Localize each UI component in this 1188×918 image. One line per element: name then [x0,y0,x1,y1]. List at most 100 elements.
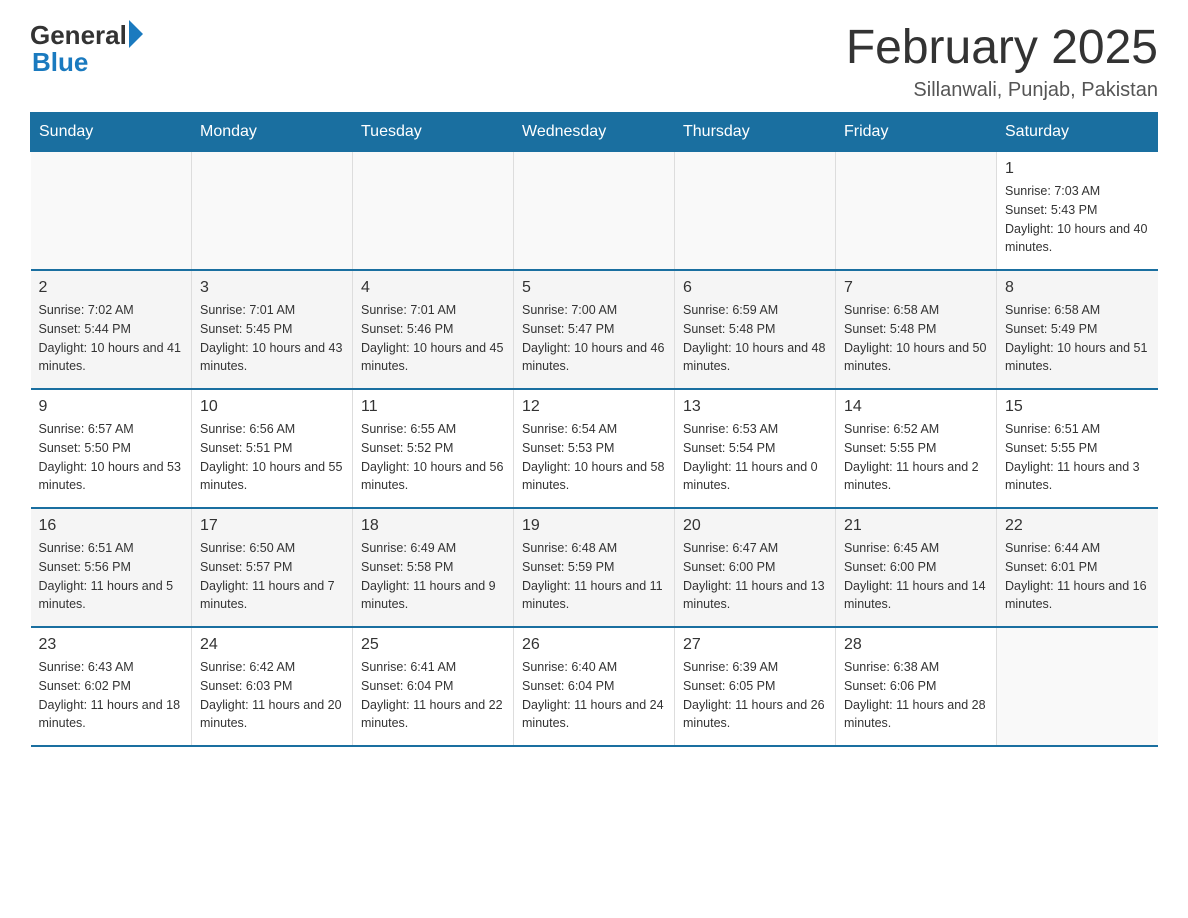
day-info: Sunrise: 7:01 AMSunset: 5:46 PMDaylight:… [361,301,505,376]
calendar-cell [997,627,1158,746]
calendar-cell [192,152,353,271]
day-number: 11 [361,398,505,416]
day-number: 25 [361,636,505,654]
day-info: Sunrise: 6:58 AMSunset: 5:49 PMDaylight:… [1005,301,1150,376]
calendar-cell: 15 Sunrise: 6:51 AMSunset: 5:55 PMDayligh… [997,389,1158,508]
day-info: Sunrise: 6:58 AMSunset: 5:48 PMDaylight:… [844,301,988,376]
calendar-cell: 11 Sunrise: 6:55 AMSunset: 5:52 PMDayligh… [353,389,514,508]
day-number: 2 [39,279,184,297]
day-number: 14 [844,398,988,416]
day-number: 13 [683,398,827,416]
day-number: 16 [39,517,184,535]
logo-triangle-icon [129,20,143,48]
day-info: Sunrise: 6:55 AMSunset: 5:52 PMDaylight:… [361,420,505,495]
calendar-cell [353,152,514,271]
calendar-cell: 16 Sunrise: 6:51 AMSunset: 5:56 PMDayligh… [31,508,192,627]
calendar-cell: 24 Sunrise: 6:42 AMSunset: 6:03 PMDayligh… [192,627,353,746]
calendar-cell: 1 Sunrise: 7:03 AMSunset: 5:43 PMDaylight… [997,152,1158,271]
calendar-cell: 13 Sunrise: 6:53 AMSunset: 5:54 PMDayligh… [675,389,836,508]
calendar-cell [675,152,836,271]
day-number: 12 [522,398,666,416]
day-number: 15 [1005,398,1150,416]
day-number: 21 [844,517,988,535]
calendar-cell: 6 Sunrise: 6:59 AMSunset: 5:48 PMDaylight… [675,270,836,389]
day-number: 4 [361,279,505,297]
calendar-week-row: 9 Sunrise: 6:57 AMSunset: 5:50 PMDaylight… [31,389,1158,508]
day-number: 20 [683,517,827,535]
calendar-table: SundayMondayTuesdayWednesdayThursdayFrid… [30,112,1158,747]
day-number: 17 [200,517,344,535]
day-info: Sunrise: 6:44 AMSunset: 6:01 PMDaylight:… [1005,539,1150,614]
day-number: 19 [522,517,666,535]
calendar-week-row: 2 Sunrise: 7:02 AMSunset: 5:44 PMDaylight… [31,270,1158,389]
day-number: 9 [39,398,184,416]
day-number: 3 [200,279,344,297]
day-info: Sunrise: 6:38 AMSunset: 6:06 PMDaylight:… [844,658,988,733]
page-header: General Blue February 2025 Sillanwali, P… [30,20,1158,102]
day-number: 1 [1005,160,1150,178]
calendar-week-row: 1 Sunrise: 7:03 AMSunset: 5:43 PMDaylight… [31,152,1158,271]
calendar-cell: 2 Sunrise: 7:02 AMSunset: 5:44 PMDaylight… [31,270,192,389]
day-info: Sunrise: 6:47 AMSunset: 6:00 PMDaylight:… [683,539,827,614]
day-info: Sunrise: 6:57 AMSunset: 5:50 PMDaylight:… [39,420,184,495]
day-info: Sunrise: 6:59 AMSunset: 5:48 PMDaylight:… [683,301,827,376]
day-number: 22 [1005,517,1150,535]
calendar-cell: 10Sunrise: 6:56 AMSunset: 5:51 PMDayligh… [192,389,353,508]
day-number: 27 [683,636,827,654]
day-of-week-header: Sunday [31,113,192,152]
calendar-week-row: 16 Sunrise: 6:51 AMSunset: 5:56 PMDayligh… [31,508,1158,627]
calendar-week-row: 23Sunrise: 6:43 AMSunset: 6:02 PMDayligh… [31,627,1158,746]
calendar-cell: 21 Sunrise: 6:45 AMSunset: 6:00 PMDayligh… [836,508,997,627]
calendar-cell: 4 Sunrise: 7:01 AMSunset: 5:46 PMDaylight… [353,270,514,389]
day-info: Sunrise: 6:56 AMSunset: 5:51 PMDaylight:… [200,420,344,495]
day-info: Sunrise: 6:45 AMSunset: 6:00 PMDaylight:… [844,539,988,614]
calendar-cell: 25Sunrise: 6:41 AMSunset: 6:04 PMDayligh… [353,627,514,746]
day-of-week-header: Monday [192,113,353,152]
day-number: 18 [361,517,505,535]
day-info: Sunrise: 6:52 AMSunset: 5:55 PMDaylight:… [844,420,988,495]
day-info: Sunrise: 6:40 AMSunset: 6:04 PMDaylight:… [522,658,666,733]
calendar-cell: 23Sunrise: 6:43 AMSunset: 6:02 PMDayligh… [31,627,192,746]
day-of-week-header: Tuesday [353,113,514,152]
day-info: Sunrise: 7:01 AMSunset: 5:45 PMDaylight:… [200,301,344,376]
day-of-week-header: Wednesday [514,113,675,152]
day-info: Sunrise: 7:02 AMSunset: 5:44 PMDaylight:… [39,301,184,376]
calendar-header-row: SundayMondayTuesdayWednesdayThursdayFrid… [31,113,1158,152]
month-title: February 2025 [846,20,1158,75]
title-section: February 2025 Sillanwali, Punjab, Pakist… [846,20,1158,102]
calendar-cell: 5Sunrise: 7:00 AMSunset: 5:47 PMDaylight… [514,270,675,389]
day-info: Sunrise: 6:49 AMSunset: 5:58 PMDaylight:… [361,539,505,614]
day-of-week-header: Friday [836,113,997,152]
day-info: Sunrise: 7:03 AMSunset: 5:43 PMDaylight:… [1005,182,1150,257]
calendar-cell: 12 Sunrise: 6:54 AMSunset: 5:53 PMDayligh… [514,389,675,508]
calendar-cell: 8Sunrise: 6:58 AMSunset: 5:49 PMDaylight… [997,270,1158,389]
day-info: Sunrise: 6:51 AMSunset: 5:56 PMDaylight:… [39,539,184,614]
calendar-cell: 14 Sunrise: 6:52 AMSunset: 5:55 PMDayligh… [836,389,997,508]
calendar-cell: 3 Sunrise: 7:01 AMSunset: 5:45 PMDaylight… [192,270,353,389]
day-number: 28 [844,636,988,654]
day-of-week-header: Saturday [997,113,1158,152]
day-info: Sunrise: 6:39 AMSunset: 6:05 PMDaylight:… [683,658,827,733]
day-info: Sunrise: 6:43 AMSunset: 6:02 PMDaylight:… [39,658,184,733]
day-number: 6 [683,279,827,297]
calendar-cell: 17Sunrise: 6:50 AMSunset: 5:57 PMDayligh… [192,508,353,627]
day-number: 24 [200,636,344,654]
day-info: Sunrise: 6:51 AMSunset: 5:55 PMDaylight:… [1005,420,1150,495]
calendar-cell: 22 Sunrise: 6:44 AMSunset: 6:01 PMDayligh… [997,508,1158,627]
day-number: 7 [844,279,988,297]
day-number: 5 [522,279,666,297]
calendar-cell [514,152,675,271]
location-text: Sillanwali, Punjab, Pakistan [846,79,1158,102]
day-info: Sunrise: 6:42 AMSunset: 6:03 PMDaylight:… [200,658,344,733]
calendar-cell: 26 Sunrise: 6:40 AMSunset: 6:04 PMDayligh… [514,627,675,746]
logo-blue-text: Blue [30,47,88,78]
calendar-cell [31,152,192,271]
logo: General Blue [30,20,143,78]
day-info: Sunrise: 6:53 AMSunset: 5:54 PMDaylight:… [683,420,827,495]
calendar-cell: 20 Sunrise: 6:47 AMSunset: 6:00 PMDayligh… [675,508,836,627]
calendar-cell: 18 Sunrise: 6:49 AMSunset: 5:58 PMDayligh… [353,508,514,627]
day-number: 26 [522,636,666,654]
day-of-week-header: Thursday [675,113,836,152]
calendar-cell: 7 Sunrise: 6:58 AMSunset: 5:48 PMDaylight… [836,270,997,389]
day-info: Sunrise: 6:54 AMSunset: 5:53 PMDaylight:… [522,420,666,495]
